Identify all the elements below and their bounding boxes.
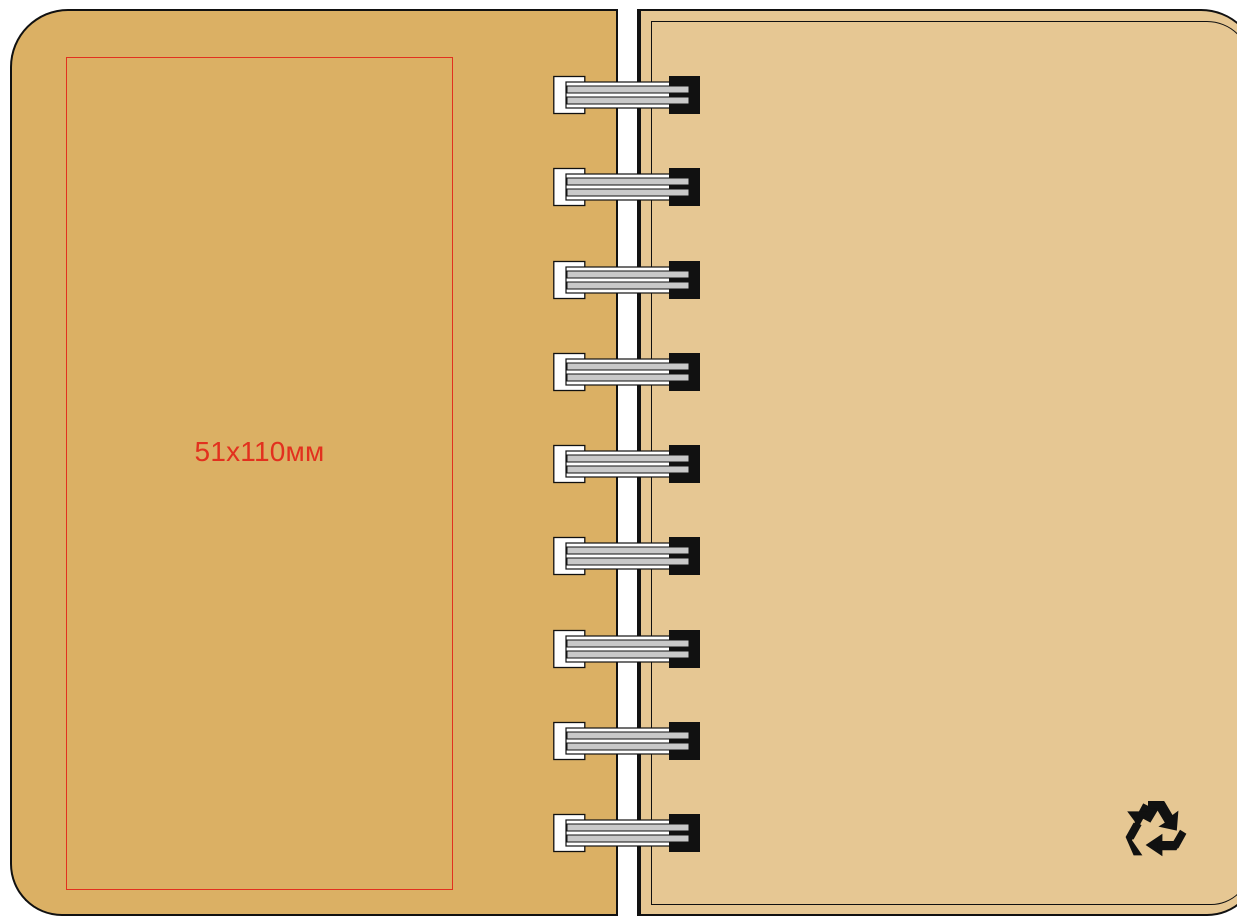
binding-ring	[553, 260, 703, 300]
binding-ring	[553, 167, 703, 207]
binding-ring	[553, 721, 703, 761]
binding-ring	[553, 813, 703, 853]
binding-ring	[553, 536, 703, 576]
notebook-back-cover	[639, 9, 1237, 916]
binding-ring	[553, 75, 703, 115]
print-area-label: 51x110мм	[194, 436, 325, 467]
notebook-front-cover: 51x110мм	[10, 9, 616, 916]
binding-ring	[553, 444, 703, 484]
print-area-frame: 51x110мм	[66, 57, 453, 890]
binding-ring	[553, 352, 703, 392]
notebook-template-canvas: 51x110мм	[0, 0, 1237, 917]
back-cover-inner-border	[651, 21, 1237, 905]
recycle-icon	[1116, 789, 1196, 869]
binding-ring	[553, 629, 703, 669]
